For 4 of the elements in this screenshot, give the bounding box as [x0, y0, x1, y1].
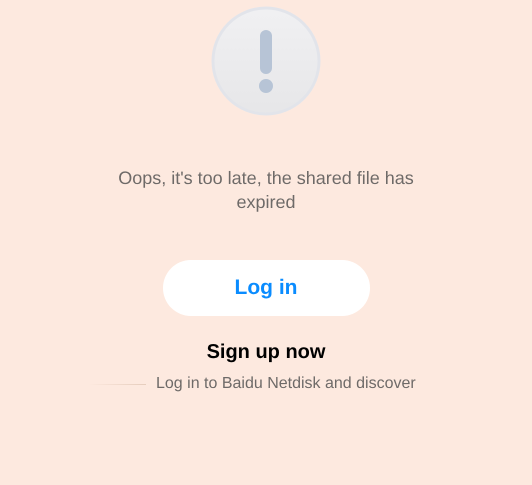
signup-subtext: Log in to Baidu Netdisk and discover — [156, 374, 416, 394]
warning-icon — [211, 6, 321, 116]
expired-message: Oops, it's too late, the shared file has expired — [117, 167, 415, 214]
signup-heading[interactable]: Sign up now — [206, 340, 326, 364]
